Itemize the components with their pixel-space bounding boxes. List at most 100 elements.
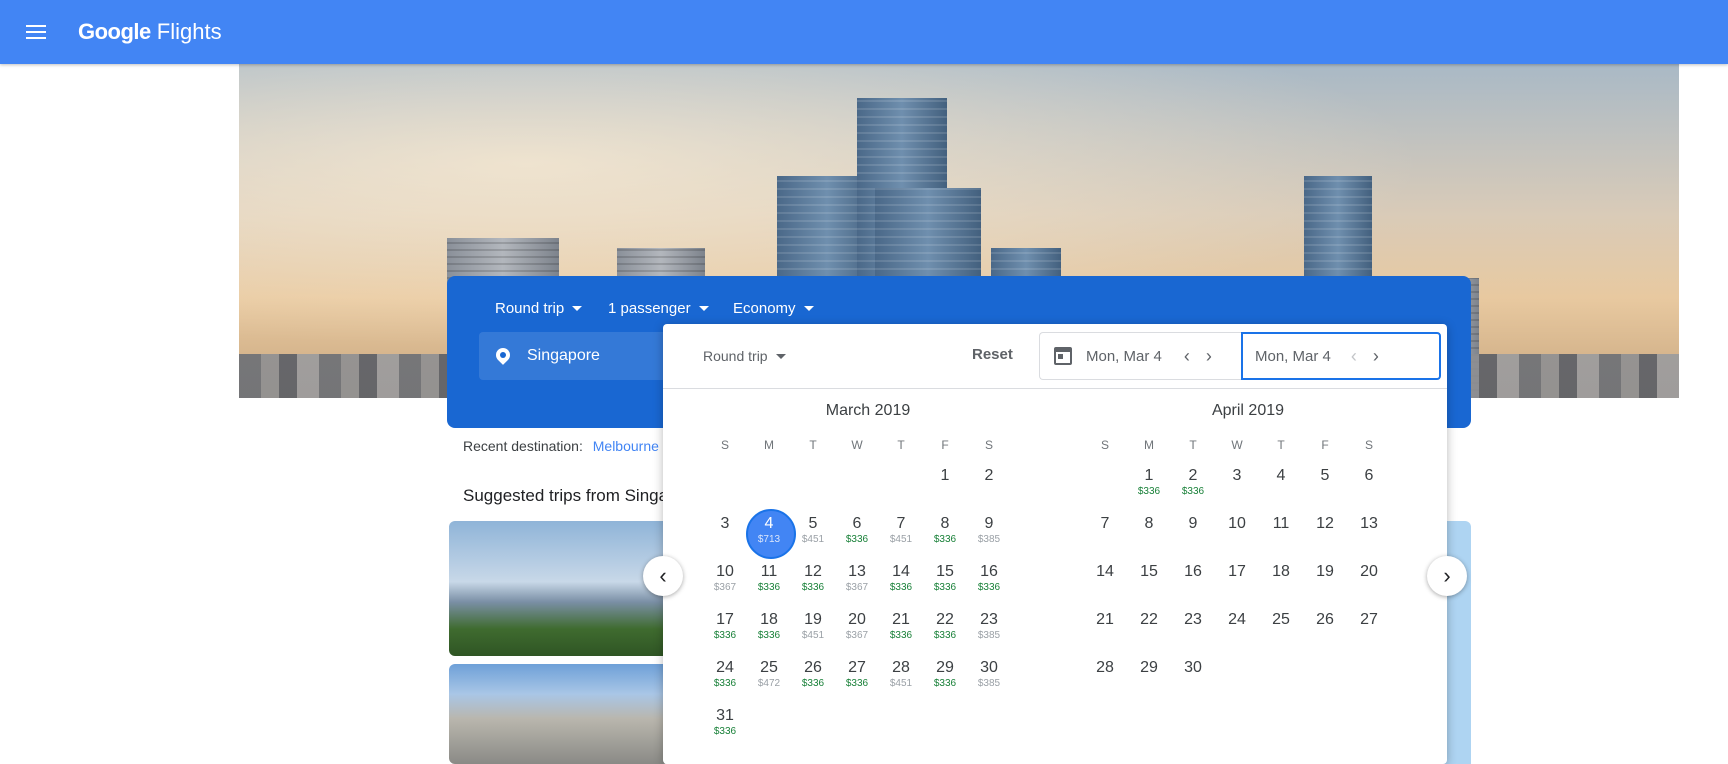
day-price: $451 (889, 678, 913, 689)
calendar-day[interactable]: 6 $336 (835, 508, 879, 556)
calendar-day[interactable]: 27 $336 (835, 652, 879, 700)
logo-google-text: Google (78, 19, 151, 44)
trip-thumbnail[interactable] (449, 521, 669, 656)
calendar-day[interactable]: 26 (1303, 604, 1347, 652)
calendar-day[interactable]: 17 (1215, 556, 1259, 604)
calendar-day[interactable]: 26 $336 (791, 652, 835, 700)
day-price: $336 (801, 582, 825, 593)
reset-button[interactable]: Reset (972, 346, 1013, 363)
calendar-day[interactable]: 23 (1171, 604, 1215, 652)
picker-trip-type-select[interactable]: Round trip (703, 348, 786, 364)
calendar-day[interactable]: 12 (1303, 508, 1347, 556)
menu-icon[interactable] (22, 18, 50, 46)
calendar-day[interactable]: 27 (1347, 604, 1391, 652)
weekday-label: T (897, 438, 905, 452)
calendar-day[interactable]: 3 (1215, 460, 1259, 508)
return-date-field[interactable]: Mon, Mar 4 ‹ › (1241, 332, 1441, 380)
departure-date-field[interactable]: Mon, Mar 4 ‹ › (1039, 332, 1241, 380)
location-pin-icon (495, 348, 511, 364)
passengers-select[interactable]: 1 passenger (608, 300, 709, 317)
day-price: $336 (713, 630, 737, 641)
chevron-left-icon[interactable]: ‹ (1343, 345, 1365, 367)
next-month-button[interactable]: › (1427, 556, 1467, 596)
calendar-day[interactable]: 15 $336 (923, 556, 967, 604)
weekday-header: S M T W T F S (1083, 438, 1413, 460)
day-number: 8 (940, 515, 950, 532)
calendar-day[interactable]: 8 $336 (923, 508, 967, 556)
calendar-day[interactable]: 17 $336 (703, 604, 747, 652)
chevron-right-icon[interactable]: › (1365, 345, 1387, 367)
previous-month-button[interactable]: ‹ (643, 556, 683, 596)
calendar-day[interactable]: 20 $367 (835, 604, 879, 652)
calendar-day[interactable]: 16 $336 (967, 556, 1011, 604)
day-number: 12 (804, 563, 822, 580)
day-price: $336 (845, 534, 869, 545)
calendar-day[interactable]: 13 (1347, 508, 1391, 556)
calendar-day[interactable]: 4 (1259, 460, 1303, 508)
calendar-day[interactable]: 14 $336 (879, 556, 923, 604)
calendar-day[interactable]: 28 (1083, 652, 1127, 700)
calendar-days-grid: 1 2 3 4 $713 5 $451 6 $336 7 $451 8 $336 9 $385 10 $367 1… (703, 460, 1033, 748)
calendar-day[interactable]: 5 (1303, 460, 1347, 508)
calendar-day[interactable]: 20 (1347, 556, 1391, 604)
weekday-label: W (851, 438, 863, 452)
calendar-day[interactable]: 11 $336 (747, 556, 791, 604)
day-number: 19 (1316, 563, 1334, 580)
calendar-day[interactable]: 25 (1259, 604, 1303, 652)
calendar-day[interactable]: 9 $385 (967, 508, 1011, 556)
calendar-day[interactable]: 1 $336 (1127, 460, 1171, 508)
calendar-day[interactable]: 21 $336 (879, 604, 923, 652)
calendar-day[interactable]: 8 (1127, 508, 1171, 556)
calendar-day[interactable]: 14 (1083, 556, 1127, 604)
calendar-day[interactable]: 18 $336 (747, 604, 791, 652)
trip-thumbnail[interactable] (449, 664, 669, 764)
calendar-day-selected[interactable]: 4 $713 (746, 508, 796, 559)
calendar-day[interactable]: 10 $367 (703, 556, 747, 604)
calendar-day[interactable]: 5 $451 (791, 508, 835, 556)
calendar-day[interactable]: 2 $336 (1171, 460, 1215, 508)
day-price: $367 (845, 630, 869, 641)
calendar-day[interactable]: 6 (1347, 460, 1391, 508)
calendar-day[interactable]: 9 (1171, 508, 1215, 556)
calendar-day[interactable]: 21 (1083, 604, 1127, 652)
calendar-day[interactable]: 1 (923, 460, 967, 508)
calendar-day[interactable]: 30 (1171, 652, 1215, 700)
day-number: 3 (1232, 467, 1242, 484)
calendar-day[interactable]: 22 $336 (923, 604, 967, 652)
calendar-day[interactable]: 11 (1259, 508, 1303, 556)
calendar-day[interactable]: 30 $385 (967, 652, 1011, 700)
cabin-class-select[interactable]: Economy (733, 300, 814, 317)
calendar-day[interactable]: 28 $451 (879, 652, 923, 700)
calendar-day[interactable]: 19 (1303, 556, 1347, 604)
google-flights-logo[interactable]: Google Flights (78, 19, 222, 45)
calendar-blank-cell (747, 460, 791, 508)
calendar-day[interactable]: 10 (1215, 508, 1259, 556)
calendar-day[interactable]: 31 $336 (703, 700, 747, 748)
calendar-day[interactable]: 29 (1127, 652, 1171, 700)
calendar-day[interactable]: 29 $336 (923, 652, 967, 700)
calendar-day[interactable]: 23 $385 (967, 604, 1011, 652)
calendar-day[interactable]: 2 (967, 460, 1011, 508)
day-price: $336 (933, 582, 957, 593)
calendar-day[interactable]: 24 $336 (703, 652, 747, 700)
calendar-day[interactable]: 7 (1083, 508, 1127, 556)
calendar-day[interactable]: 16 (1171, 556, 1215, 604)
day-number: 26 (1316, 611, 1334, 628)
trip-type-select[interactable]: Round trip (495, 300, 583, 317)
day-number: 23 (1184, 611, 1202, 628)
day-price: $336 (801, 678, 825, 689)
day-number: 4 (764, 515, 774, 532)
calendar-day[interactable]: 7 $451 (879, 508, 923, 556)
calendar-day[interactable]: 19 $451 (791, 604, 835, 652)
calendar-day[interactable]: 25 $472 (747, 652, 791, 700)
calendar-day[interactable]: 12 $336 (791, 556, 835, 604)
calendar-day[interactable]: 18 (1259, 556, 1303, 604)
calendar-day[interactable]: 22 (1127, 604, 1171, 652)
recent-destination-link[interactable]: Melbourne (593, 438, 659, 454)
calendar-day[interactable]: 15 (1127, 556, 1171, 604)
calendar-day[interactable]: 3 (703, 508, 747, 556)
chevron-left-icon[interactable]: ‹ (1176, 345, 1198, 367)
calendar-day[interactable]: 13 $367 (835, 556, 879, 604)
calendar-day[interactable]: 24 (1215, 604, 1259, 652)
chevron-right-icon[interactable]: › (1198, 345, 1220, 367)
